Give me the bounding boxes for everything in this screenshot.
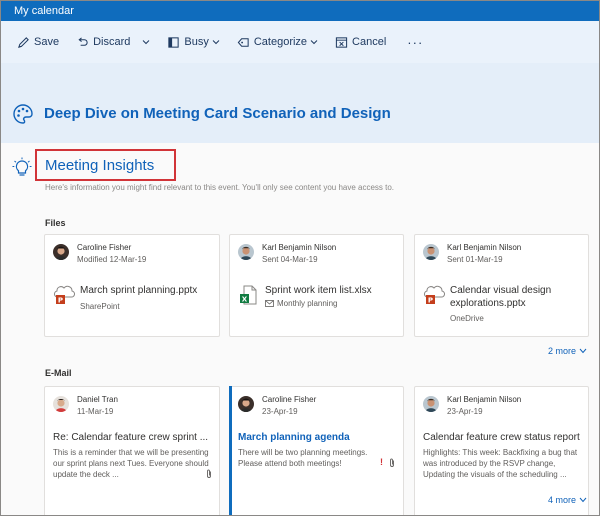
file-owner: Caroline Fisher: [77, 243, 132, 252]
pencil-icon: [18, 36, 29, 48]
attachment-icon: [207, 469, 211, 478]
email-more-label: 4 more: [548, 495, 577, 505]
avatar: [238, 244, 254, 260]
cancel-button[interactable]: Cancel: [335, 36, 386, 49]
email-preview: Highlights: This week: Backfixing a bug …: [423, 448, 578, 479]
selection-indicator: [229, 386, 232, 515]
email-subject[interactable]: Calendar feature crew status report: [423, 432, 598, 443]
cancel-label: Cancel: [352, 36, 387, 48]
file-card[interactable]: Karl Benjamin Nilson Sent 04-Mar-19 X Sp…: [229, 234, 404, 337]
mail-icon: [265, 300, 274, 307]
busy-label: Busy: [184, 36, 209, 48]
email-preview: This is a reminder that we will be prese…: [53, 448, 209, 479]
file-date: Sent 01-Mar-19: [447, 255, 503, 264]
excel-file-icon: X: [240, 285, 257, 305]
file-owner: Karl Benjamin Nilson: [447, 243, 522, 252]
powerpoint-cloud-file-icon: P: [423, 285, 445, 305]
email-sender: Daniel Tran: [77, 395, 118, 404]
palette-icon: [13, 104, 33, 124]
svg-text:X: X: [242, 296, 248, 304]
email-card-selected[interactable]: Caroline Fisher 23-Apr-19 March planning…: [229, 386, 404, 515]
file-card[interactable]: Karl Benjamin Nilson Sent 01-Mar-19 P Ca…: [414, 234, 589, 337]
insights-title: Meeting Insights: [45, 157, 155, 174]
email-more-link[interactable]: 4 more: [548, 495, 587, 505]
tag-icon: [237, 37, 249, 47]
calendar-window: My calendar Save Discard Busy Categorize…: [0, 0, 600, 516]
chevron-down-icon: [579, 497, 587, 503]
file-location-text: Monthly planning: [277, 299, 338, 308]
avatar: [53, 244, 69, 260]
busy-status-icon: [168, 36, 180, 48]
event-header: Deep Dive on Meeting Card Scenario and D…: [1, 63, 599, 143]
files-more-label: 2 more: [548, 346, 577, 356]
meeting-insights-panel: Meeting Insights Here's information you …: [1, 143, 599, 515]
email-subject[interactable]: Re: Calendar feature crew sprint ...: [53, 432, 228, 443]
powerpoint-cloud-file-icon: P: [53, 285, 75, 305]
email-sender: Karl Benjamin Nilson: [447, 395, 522, 404]
svg-text:P: P: [58, 297, 63, 305]
file-name[interactable]: March sprint planning.pptx: [80, 284, 230, 297]
file-date: Sent 04-Mar-19: [262, 255, 318, 264]
file-location: Monthly planning: [265, 299, 337, 308]
save-label: Save: [34, 36, 60, 48]
email-preview: There will be two planning meetings. Ple…: [238, 448, 368, 468]
avatar: [423, 244, 439, 260]
discard-label: Discard: [93, 36, 131, 48]
file-date: Modified 12-Mar-19: [77, 255, 147, 264]
file-location: OneDrive: [450, 314, 484, 323]
email-date: 23-Apr-19: [447, 407, 483, 416]
more-options-button[interactable]: ···: [407, 35, 423, 50]
files-more-link[interactable]: 2 more: [548, 346, 587, 356]
calendar-cancel-icon: [335, 36, 348, 48]
chevron-down-icon: [579, 348, 587, 354]
email-sender: Caroline Fisher: [262, 395, 317, 404]
categorize-dropdown[interactable]: Categorize: [237, 36, 318, 49]
files-section-label: Files: [45, 218, 66, 228]
avatar: [238, 396, 254, 412]
chevron-down-icon: [212, 40, 220, 45]
email-section-label: E-Mail: [45, 368, 72, 378]
email-subject[interactable]: March planning agenda: [238, 432, 413, 443]
event-toolbar: Save Discard Busy Categorize Cancel ···: [1, 21, 599, 63]
file-name[interactable]: Calendar visual design explorations.pptx: [450, 284, 590, 310]
lightbulb-icon: [12, 157, 32, 176]
save-button[interactable]: Save: [17, 36, 59, 49]
file-location: SharePoint: [80, 302, 120, 311]
chevron-down-icon: [310, 40, 318, 45]
email-card[interactable]: Daniel Tran 11-Mar-19 Re: Calendar featu…: [44, 386, 220, 515]
categorize-label: Categorize: [253, 36, 308, 48]
undo-icon: [78, 36, 88, 46]
attachment-icon: [390, 458, 394, 467]
event-title: Deep Dive on Meeting Card Scenario and D…: [44, 105, 391, 122]
file-name[interactable]: Sprint work item list.xlsx: [265, 284, 415, 297]
busy-dropdown[interactable]: Busy: [167, 36, 220, 49]
chevron-down-icon[interactable]: [142, 38, 150, 46]
avatar: [423, 396, 439, 412]
high-importance-icon: !: [380, 457, 383, 467]
file-owner: Karl Benjamin Nilson: [262, 243, 337, 252]
window-titlebar: My calendar: [1, 1, 599, 21]
file-card[interactable]: Caroline Fisher Modified 12-Mar-19 P Mar…: [44, 234, 220, 337]
discard-button[interactable]: Discard: [76, 36, 150, 49]
svg-text:P: P: [428, 297, 433, 305]
avatar: [53, 396, 69, 412]
email-date: 11-Mar-19: [77, 407, 114, 416]
insights-description: Here's information you might find releva…: [45, 183, 395, 192]
email-date: 23-Apr-19: [262, 407, 298, 416]
